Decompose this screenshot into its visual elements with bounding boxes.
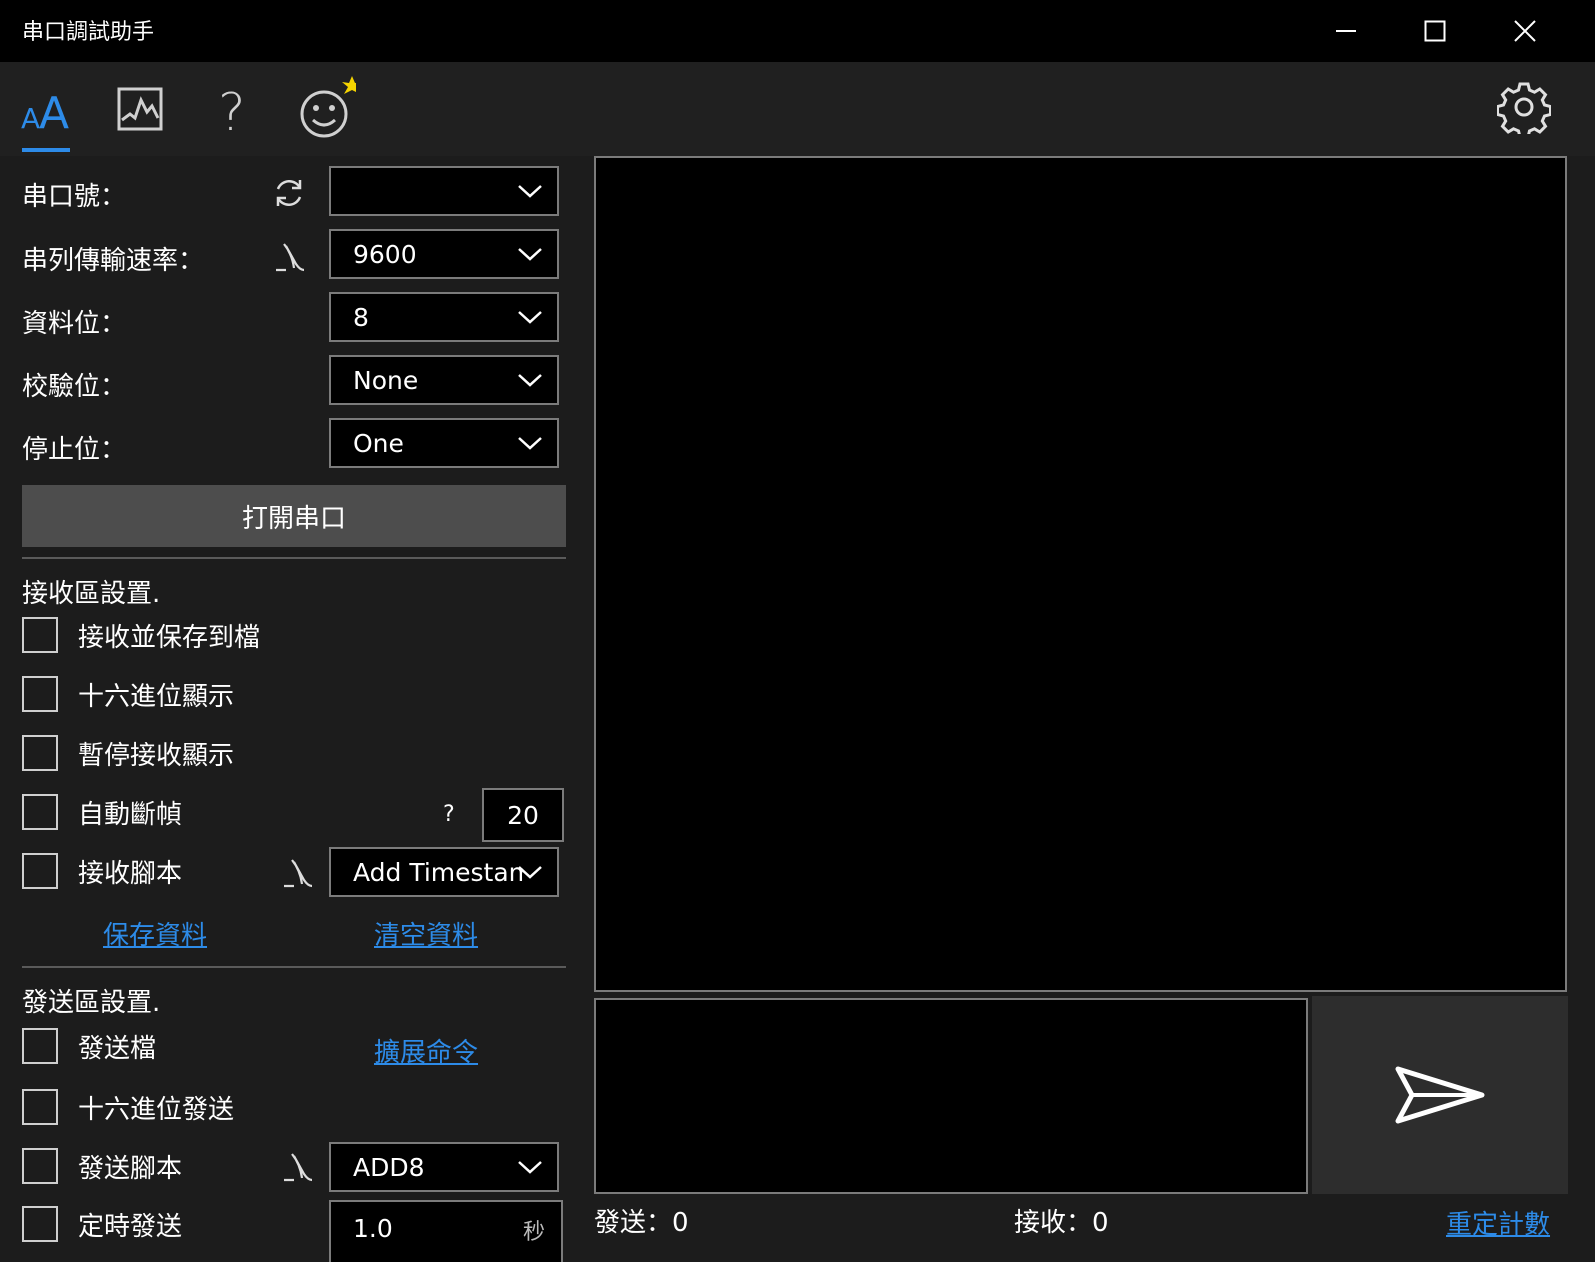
auto-frame-value: 20 [507,800,539,830]
sparkle-icon [342,76,356,94]
send-section-title: 發送區設置. [22,988,161,1018]
receive-output-area[interactable] [594,156,1567,992]
chevron-down-icon [518,374,542,387]
receive-script-select[interactable]: Add Timestamp [329,847,559,897]
send-file-checkbox[interactable] [22,1028,58,1064]
auto-frame-input[interactable]: 20 [482,788,564,842]
hex-send-label: 十六進位發送 [78,1095,235,1125]
send-script-checkbox[interactable] [22,1148,58,1184]
receive-script-label: 接收腳本 [78,859,183,889]
maximize-button[interactable] [1405,6,1465,56]
tab-help[interactable]: ? [202,78,262,140]
svg-text:A: A [21,102,40,134]
refresh-icon [276,180,302,206]
clear-data-link[interactable]: 清空資料 [374,915,478,952]
active-tab-indicator [22,148,70,152]
close-button[interactable] [1495,6,1555,56]
stopbits-label: 停止位： [22,435,127,465]
quill-icon [284,1153,313,1182]
sent-count: 發送：0 [594,1208,689,1238]
parity-value: None [353,366,419,395]
baud-edit-button[interactable] [272,240,306,278]
chevron-down-icon [518,311,542,324]
svg-text:?: ? [218,83,246,136]
send-script-value: ADD8 [353,1153,425,1182]
save-to-file-checkbox[interactable] [22,617,58,653]
send-script-label: 發送腳本 [78,1154,183,1184]
send-script-select[interactable]: ADD8 [329,1142,559,1192]
gear-icon [1497,82,1551,134]
divider [22,557,566,559]
auto-frame-label: 自動斷幀 [78,800,183,830]
parity-label: 校驗位： [22,372,127,402]
parity-select[interactable]: None [329,355,559,405]
receive-script-checkbox[interactable] [22,853,58,889]
baud-value: 9600 [353,240,417,269]
databits-select[interactable]: 8 [329,292,559,342]
port-label: 串口號： [22,182,127,212]
stopbits-select[interactable]: One [329,418,559,468]
chevron-down-icon [518,1161,542,1174]
send-script-edit-button[interactable] [280,1150,314,1188]
send-button[interactable] [1312,996,1568,1194]
open-port-button[interactable]: 打開串口 [22,485,566,547]
timed-interval-value: 1.0 [353,1214,393,1243]
save-data-link[interactable]: 保存資料 [103,915,207,952]
refresh-ports-button[interactable] [272,176,306,214]
font-size-icon: A A [21,88,69,134]
send-icon [1395,1066,1485,1124]
smiley-icon [300,76,356,138]
baud-select[interactable]: 9600 [329,229,559,279]
settings-button[interactable] [1494,76,1554,138]
receive-script-edit-button[interactable] [280,856,314,894]
chevron-down-icon [518,866,542,879]
auto-frame-help[interactable]: ? [443,802,455,827]
baud-label: 串列傳輸速率： [22,246,205,276]
chevron-down-icon [518,437,542,450]
tab-font-size[interactable]: A A [16,78,76,140]
auto-frame-checkbox[interactable] [22,794,58,830]
receive-script-value: Add Timestamp [353,858,523,887]
close-icon [1514,20,1536,42]
hex-display-checkbox[interactable] [22,676,58,712]
minimize-icon [1336,30,1356,32]
port-select[interactable] [329,166,559,216]
receive-section-title: 接收區設置. [22,579,161,609]
received-count: 接收：0 [1014,1208,1109,1238]
pause-display-label: 暫停接收顯示 [78,741,235,771]
hex-display-label: 十六進位顯示 [78,682,235,712]
databits-label: 資料位： [22,309,127,339]
help-icon: ? [218,83,246,136]
timed-send-label: 定時發送 [78,1212,183,1242]
tab-feedback[interactable] [296,76,356,140]
tab-chart[interactable] [110,78,170,140]
send-file-label: 發送檔 [78,1034,157,1064]
databits-value: 8 [353,303,369,332]
divider [22,966,566,968]
quill-icon [276,243,305,272]
window-title: 串口調試助手 [22,20,155,45]
timed-interval-unit: 秒 [523,1220,546,1245]
stopbits-value: One [353,429,404,458]
pause-display-checkbox[interactable] [22,735,58,771]
chart-icon [117,87,163,131]
hex-send-checkbox[interactable] [22,1089,58,1125]
timed-interval-input[interactable]: 1.0 秒 [329,1200,563,1262]
minimize-button[interactable] [1316,6,1376,56]
chevron-down-icon [518,185,542,198]
send-input-area[interactable] [594,998,1308,1194]
svg-text:A: A [39,88,69,134]
maximize-icon [1424,20,1446,42]
reset-count-link[interactable]: 重定計數 [1446,1204,1550,1241]
save-to-file-label: 接收並保存到檔 [78,623,261,653]
quill-icon [284,859,313,888]
chevron-down-icon [518,248,542,261]
extend-command-link[interactable]: 擴展命令 [374,1032,478,1069]
timed-send-checkbox[interactable] [22,1206,58,1242]
